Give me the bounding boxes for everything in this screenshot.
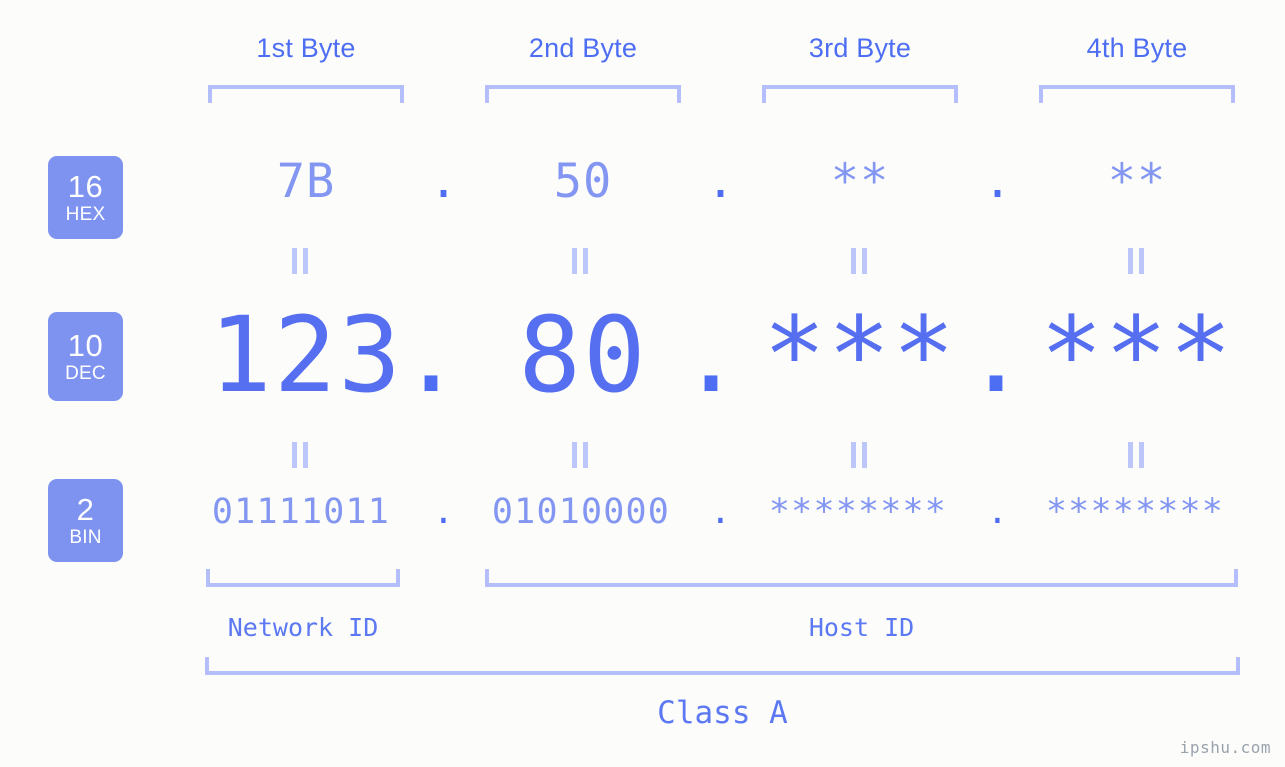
byte-bracket-1 [208,85,404,103]
byte-bracket-3 [762,85,958,103]
equals-marker-dec-bin-1 [291,442,309,468]
equals-marker-hex-dec-3 [850,248,868,274]
bin-separator-3: . [986,492,1010,532]
bin-byte-4: ******** [1045,492,1225,532]
ip-address-breakdown-diagram: 1st Byte 2nd Byte 3rd Byte 4th Byte 16 H… [0,0,1285,767]
hex-separator-1: . [429,154,459,209]
dec-separator-1: . [399,294,465,416]
hex-byte-4: ** [1107,154,1167,209]
hex-separator-3: . [983,154,1013,209]
bin-byte-2: 01010000 [491,492,671,532]
base-badge-hex-number: 16 [67,169,104,204]
equals-marker-hex-dec-1 [291,248,309,274]
class-bracket [205,657,1240,675]
hex-byte-3: ** [830,154,890,209]
hex-byte-2: 50 [553,154,613,209]
base-badge-dec: 10 DEC [48,312,123,401]
dec-byte-4: *** [1040,294,1234,416]
base-badge-hex-label: HEX [65,204,106,225]
byte-header-1: 1st Byte [256,33,356,63]
bin-separator-1: . [432,492,456,532]
byte-header-4: 4th Byte [1086,33,1188,63]
equals-marker-dec-bin-3 [850,442,868,468]
base-badge-hex: 16 HEX [48,156,123,239]
dec-byte-1: 123 [209,294,403,416]
base-badge-bin-label: BIN [69,527,102,548]
byte-header-2: 2nd Byte [528,33,638,63]
base-badge-dec-label: DEC [65,363,106,384]
hex-byte-1: 7B [276,154,336,209]
dec-separator-3: . [964,294,1030,416]
bin-byte-1: 01111011 [211,492,391,532]
dec-byte-3: *** [763,294,957,416]
bin-byte-3: ******** [768,492,948,532]
equals-marker-hex-dec-2 [571,248,589,274]
byte-bracket-4 [1039,85,1235,103]
hex-separator-2: . [706,154,736,209]
class-label: Class A [657,695,788,731]
watermark: ipshu.com [1179,738,1271,757]
network-id-label: Network ID [227,613,379,642]
network-id-bracket [206,569,400,587]
base-badge-dec-number: 10 [67,328,104,363]
byte-header-3: 3rd Byte [808,33,912,63]
host-id-bracket [485,569,1238,587]
equals-marker-hex-dec-4 [1127,248,1145,274]
equals-marker-dec-bin-4 [1127,442,1145,468]
base-badge-bin-number: 2 [76,492,95,527]
dec-separator-2: . [679,294,745,416]
equals-marker-dec-bin-2 [571,442,589,468]
dec-byte-2: 80 [518,294,648,416]
byte-bracket-2 [485,85,681,103]
bin-separator-2: . [709,492,733,532]
host-id-label: Host ID [808,613,915,642]
base-badge-bin: 2 BIN [48,479,123,562]
